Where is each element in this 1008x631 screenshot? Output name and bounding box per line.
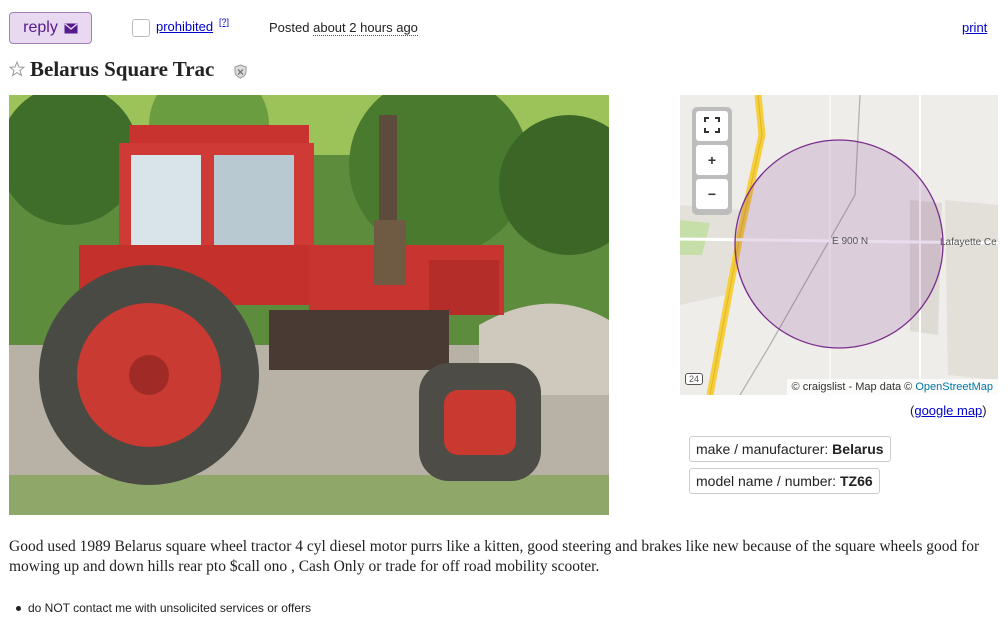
bullet — [16, 606, 21, 611]
attr-make-label: make / manufacturer: — [696, 441, 829, 457]
road-label-e900n: E 900 N — [832, 236, 869, 247]
attr-model-label: model name / number: — [696, 473, 837, 489]
fullscreen-icon — [704, 116, 720, 136]
listing-photo[interactable] — [9, 95, 609, 515]
star-icon[interactable] — [8, 60, 26, 77]
google-map-close-paren: ) — [982, 403, 987, 418]
posting-body: Good used 1989 Belarus square wheel trac… — [9, 538, 980, 576]
google-map-link[interactable]: google map — [914, 403, 982, 418]
mail-icon — [64, 22, 78, 34]
prohibited-checkbox[interactable] — [132, 19, 150, 37]
no-contact-notice: do NOT contact me with unsolicited servi… — [28, 601, 312, 615]
route-24-badge: 24 — [685, 373, 704, 385]
attr-model-value: TZ66 — [839, 473, 873, 489]
hide-icon[interactable] — [233, 64, 248, 79]
map-controls: + − — [692, 107, 732, 215]
reply-button[interactable]: reply — [9, 12, 92, 44]
map-attribution: © craigslist - Map data © OpenStreetMap — [786, 379, 998, 395]
reply-label: reply — [23, 19, 58, 36]
zoom-in-button[interactable]: + — [696, 145, 728, 175]
posted-prefix: Posted — [269, 20, 310, 35]
attr-make-value: Belarus — [832, 441, 884, 457]
prohibited-help-link[interactable]: [?] — [219, 17, 229, 27]
google-map-line: (google map) — [910, 403, 987, 418]
posted-ago: about 2 hours ago — [313, 20, 418, 36]
location-map[interactable]: E 900 N Lafayette Ce 24 + − © craigslist… — [680, 95, 998, 395]
print-link[interactable]: print — [962, 20, 987, 35]
attr-make: make / manufacturer: Belarus — [689, 436, 891, 462]
fullscreen-button[interactable] — [696, 111, 728, 141]
posted-date: Posted about 2 hours ago — [269, 20, 418, 36]
openstreetmap-link[interactable]: OpenStreetMap — [915, 381, 993, 393]
zoom-out-button[interactable]: − — [696, 179, 728, 209]
attribution-text: © craigslist - Map data © — [791, 381, 913, 393]
attr-model: model name / number: TZ66 — [689, 468, 880, 494]
prohibited-link[interactable]: prohibited — [156, 19, 213, 34]
post-title: Belarus Square Trac — [30, 57, 215, 81]
road-label-lafayette: Lafayette Ce — [940, 237, 997, 248]
